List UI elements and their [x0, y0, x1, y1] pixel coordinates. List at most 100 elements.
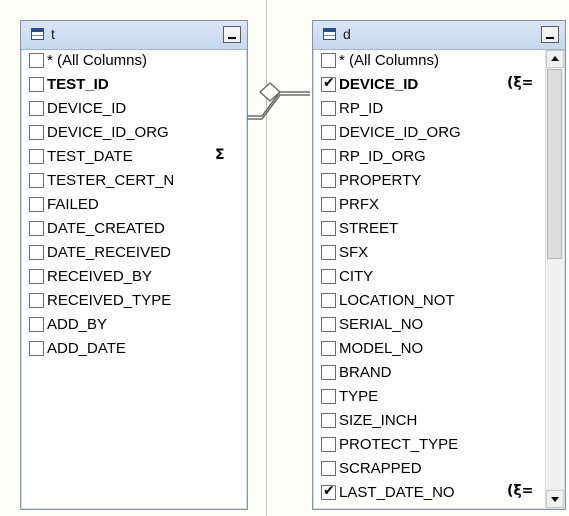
column-label: SCRAPPED	[339, 460, 422, 477]
column-checkbox[interactable]	[29, 77, 44, 92]
column-row[interactable]: * (All Columns)	[21, 50, 247, 74]
column-checkbox[interactable]	[29, 53, 44, 68]
column-row[interactable]: RECEIVED_BY	[21, 266, 247, 290]
column-label: RP_ID_ORG	[339, 148, 426, 165]
column-label: TYPE	[339, 388, 379, 405]
minimize-icon[interactable]	[541, 26, 559, 43]
column-checkbox[interactable]	[29, 293, 44, 308]
column-checkbox[interactable]	[321, 75, 336, 92]
column-checkbox[interactable]	[29, 269, 44, 284]
sort-key-icon: (ξ=	[507, 75, 534, 91]
vertical-scrollbar[interactable]	[545, 50, 564, 508]
column-row[interactable]: BRAND	[313, 362, 545, 386]
column-row[interactable]: RP_ID_ORG	[313, 146, 545, 170]
column-checkbox[interactable]	[321, 221, 336, 236]
table-window-t[interactable]: t * (All Columns) TEST_ID DEVICE_ID DEVICE_…	[20, 20, 248, 510]
table-window-d[interactable]: d * (All Columns) DEVICE_ID (ξ= RP_ID DEVICE…	[312, 20, 566, 510]
column-label: DEVICE_ID_ORG	[339, 124, 461, 141]
column-checkbox[interactable]	[321, 413, 336, 428]
column-checkbox[interactable]	[321, 437, 336, 452]
column-checkbox[interactable]	[321, 125, 336, 140]
column-label: * (All Columns)	[339, 52, 440, 69]
column-row[interactable]: DEVICE_ID_ORG	[313, 122, 545, 146]
column-row[interactable]: FAILED	[21, 194, 247, 218]
column-row[interactable]: MODEL_NO	[313, 338, 545, 362]
scroll-down-button[interactable]	[546, 490, 564, 508]
column-checkbox[interactable]	[321, 461, 336, 476]
column-row[interactable]: DEVICE_ID_ORG	[21, 122, 247, 146]
column-checkbox[interactable]	[321, 245, 336, 260]
column-checkbox[interactable]	[29, 149, 44, 164]
column-list-d: * (All Columns) DEVICE_ID (ξ= RP_ID DEVICE_I…	[313, 50, 545, 509]
table-window-d-titlebar[interactable]: d	[313, 21, 565, 50]
column-row[interactable]: TYPE	[313, 386, 545, 410]
column-checkbox[interactable]	[321, 389, 336, 404]
column-checkbox[interactable]	[29, 341, 44, 356]
column-row[interactable]: PROPERTY	[313, 170, 545, 194]
arrow-down-icon	[551, 497, 559, 502]
column-list-t: * (All Columns) TEST_ID DEVICE_ID DEVICE_ID…	[21, 50, 247, 509]
scroll-thumb[interactable]	[547, 69, 562, 259]
column-checkbox[interactable]	[321, 101, 336, 116]
table-name: d	[343, 26, 351, 42]
column-row[interactable]: DATE_RECEIVED	[21, 242, 247, 266]
column-checkbox[interactable]	[29, 221, 44, 236]
column-checkbox[interactable]	[29, 173, 44, 188]
column-label: DEVICE_ID_ORG	[47, 124, 169, 141]
column-row[interactable]: DATE_CREATED	[21, 218, 247, 242]
column-row[interactable]: TEST_ID	[21, 74, 247, 98]
column-checkbox[interactable]	[321, 341, 336, 356]
sum-icon: Σ	[215, 147, 225, 163]
column-checkbox[interactable]	[321, 269, 336, 284]
arrow-up-icon	[551, 56, 559, 61]
column-label: SFX	[339, 244, 369, 261]
column-checkbox[interactable]	[29, 197, 44, 212]
column-label: DATE_CREATED	[47, 220, 165, 237]
column-row[interactable]: LOCATION_NOT	[313, 290, 545, 314]
column-row[interactable]: ADD_BY	[21, 314, 247, 338]
column-checkbox[interactable]	[321, 293, 336, 308]
column-checkbox[interactable]	[29, 245, 44, 260]
column-label: RECEIVED_BY	[47, 268, 153, 285]
column-checkbox[interactable]	[321, 173, 336, 188]
column-label: STREET	[339, 220, 399, 237]
column-label: DEVICE_ID	[339, 76, 419, 93]
column-checkbox[interactable]	[321, 53, 336, 68]
column-label: LOCATION_NOT	[339, 292, 455, 309]
column-row[interactable]: PROTECT_TYPE	[313, 434, 545, 458]
column-checkbox[interactable]	[321, 365, 336, 380]
column-row[interactable]: RECEIVED_TYPE	[21, 290, 247, 314]
column-row[interactable]: PRFX	[313, 194, 545, 218]
column-label: PROTECT_TYPE	[339, 436, 459, 453]
column-row[interactable]: * (All Columns)	[313, 50, 545, 74]
column-checkbox[interactable]	[29, 125, 44, 140]
column-row[interactable]: SFX	[313, 242, 545, 266]
column-checkbox[interactable]	[321, 149, 336, 164]
column-row[interactable]: RP_ID	[313, 98, 545, 122]
column-checkbox[interactable]	[29, 101, 44, 116]
column-row[interactable]: TEST_DATE Σ	[21, 146, 247, 170]
table-name: t	[51, 26, 55, 42]
column-row[interactable]: CITY	[313, 266, 545, 290]
table-window-t-titlebar[interactable]: t	[21, 21, 247, 50]
column-row[interactable]: DEVICE_ID (ξ=	[313, 74, 545, 98]
column-checkbox[interactable]	[321, 317, 336, 332]
column-row[interactable]: SERIAL_NO	[313, 314, 545, 338]
column-row[interactable]: LAST_DATE_NO (ξ=	[313, 482, 545, 506]
column-row[interactable]: SIZE_INCH	[313, 410, 545, 434]
column-row[interactable]: ADD_DATE	[21, 338, 247, 362]
column-checkbox[interactable]	[321, 197, 336, 212]
column-label: TESTER_CERT_N	[47, 172, 175, 189]
column-row[interactable]: DEVICE_ID	[21, 98, 247, 122]
column-row[interactable]: SCRAPPED	[313, 458, 545, 482]
column-label: FAILED	[47, 196, 99, 213]
scroll-up-button[interactable]	[546, 50, 564, 68]
sort-key-icon: (ξ=	[507, 483, 534, 499]
minimize-icon[interactable]	[223, 26, 241, 43]
column-label: LAST_DATE_NO	[339, 484, 455, 501]
column-checkbox[interactable]	[29, 317, 44, 332]
column-row[interactable]: STREET	[313, 218, 545, 242]
column-checkbox[interactable]	[321, 483, 336, 500]
column-row[interactable]: TESTER_CERT_N	[21, 170, 247, 194]
column-label: ADD_BY	[47, 316, 108, 333]
